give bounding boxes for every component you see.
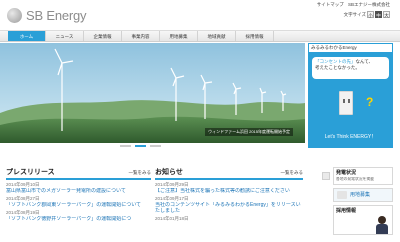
banner-footer: Let's Think ENERGY！ [324, 134, 377, 140]
bubble-text-rest: なんて、 [355, 59, 374, 64]
hero-slider[interactable]: ウィンドファーム浜田 2015年度運転開始予定 [0, 43, 305, 143]
generation-sub: 各地の発電状況を掲載 [336, 177, 374, 181]
sitemap-link[interactable]: サイトマップ [317, 2, 344, 7]
news-link[interactable]: 【ご注意】当社株式を騙った株式等の勧誘にご注意ください [155, 188, 303, 194]
list-item: 2014年09月29日 【ご注意】当社株式を騙った株式等の勧誘にご注意ください [155, 182, 303, 194]
global-nav: ホーム ニュース 企業情報 事業内容 用地募集 地域貢献 採用情報 [0, 30, 400, 42]
list-item: 2014年09月10日 富山県富山市でのメガソーラー発電所の建設について [6, 182, 151, 194]
map-icon [337, 191, 347, 199]
nav-item-home[interactable]: ホーム [8, 31, 46, 41]
slider-dot-3[interactable] [150, 145, 161, 147]
land-recruit-banner[interactable]: 用地募集 [333, 188, 393, 202]
nav-item-company[interactable]: 企業情報 [84, 31, 122, 41]
info-title: お知らせ [155, 169, 183, 176]
power-outlet-icon [339, 91, 353, 115]
news-link[interactable]: 「ソフトバンク郡岡東ソーラーパーク」の運転開始について [6, 202, 151, 208]
font-size-small-button[interactable]: 小 [367, 11, 374, 18]
bubble-accent-text: 「コンセントの先」 [315, 59, 356, 64]
announcements-section: お知らせ 一覧をみる 2014年09月29日 【ご注意】当社株式を騙った株式等の… [155, 167, 303, 222]
press-release-section: プレスリリース 一覧をみる 2014年09月10日 富山県富山市でのメガソーラー… [6, 167, 151, 222]
side-tab-icon[interactable] [322, 172, 330, 180]
info-more-link[interactable]: 一覧をみる [281, 170, 304, 176]
news-link[interactable]: 「ソフトバンク徳野井ソーラーパーク」の運転開始につ [6, 216, 151, 222]
logo-text: SB Energy [26, 8, 87, 23]
sb-energy-logo[interactable]: SB Energy [7, 8, 87, 23]
font-size-label: 文字サイズ [343, 11, 366, 17]
bubble-text-line2: 考えたことなかった。 [315, 64, 360, 70]
list-item: 2014年01月18日 [155, 216, 303, 222]
logo-mark-icon [7, 8, 22, 23]
news-date: 2014年01月18日 [155, 216, 189, 221]
right-column: 発電状況 各地の発電状況を掲載 用地募集 採用情報 [333, 167, 393, 238]
nav-item-business[interactable]: 事業内容 [122, 31, 160, 41]
nav-item-news[interactable]: ニュース [46, 31, 84, 41]
list-item: 2014年09月17日 当社のコンテンツサイト「みるみるわかるEnergy」をリ… [155, 196, 303, 214]
land-recruit-label: 用地募集 [350, 192, 371, 198]
info-header: お知らせ 一覧をみる [155, 167, 303, 180]
generation-status-box[interactable]: 発電状況 各地の発電状況を掲載 [333, 167, 393, 185]
staff-photo [376, 216, 388, 234]
press-header: プレスリリース 一覧をみる [6, 167, 151, 180]
nav-item-careers[interactable]: 採用情報 [236, 31, 274, 41]
list-item: 2014年08月27日 「ソフトバンク郡岡東ソーラーパーク」の運転開始について [6, 196, 151, 208]
slider-pagination [118, 145, 163, 147]
slider-dot-1[interactable] [120, 145, 131, 147]
slider-dot-2[interactable] [135, 145, 146, 147]
font-size-control: 文字サイズ 小 中 大 [344, 11, 390, 18]
press-more-link[interactable]: 一覧をみる [129, 170, 152, 176]
banner-header: みるみるわかるEnergy [308, 43, 393, 53]
nav-item-community[interactable]: 地域貢献 [198, 31, 236, 41]
nav-item-land[interactable]: 用地募集 [160, 31, 198, 41]
careers-box[interactable]: 採用情報 [333, 205, 393, 235]
utility-links: サイトマップ SBエナジー株式会社 [314, 2, 390, 8]
site-header: SB Energy サイトマップ SBエナジー株式会社 文字サイズ 小 中 大 [0, 0, 400, 30]
list-item: 2014年08月19日 「ソフトバンク徳野井ソーラーパーク」の運転開始につ [6, 210, 151, 222]
font-size-large-button[interactable]: 大 [383, 11, 390, 18]
speech-bubble: 「コンセントの先」なんて、 考えたことなかった。 [312, 57, 389, 79]
energy-content-banner[interactable]: みるみるわかるEnergy 「コンセントの先」なんて、 考えたことなかった。 ?… [308, 43, 393, 148]
hero-caption: ウィンドファーム浜田 2015年度運転開始予定 [205, 128, 293, 136]
careers-title: 採用情報 [336, 208, 357, 214]
press-title: プレスリリース [6, 169, 55, 176]
generation-title: 発電状況 [336, 170, 357, 176]
question-mark-icon: ? [366, 95, 374, 109]
news-link[interactable]: 当社のコンテンツサイト「みるみるわかるEnergy」をリリースいたしました [155, 202, 303, 214]
font-size-medium-button[interactable]: 中 [375, 11, 382, 18]
news-link[interactable]: 富山県富山市でのメガソーラー発電所の建設について [6, 188, 151, 194]
company-link[interactable]: SBエナジー株式会社 [348, 2, 390, 7]
